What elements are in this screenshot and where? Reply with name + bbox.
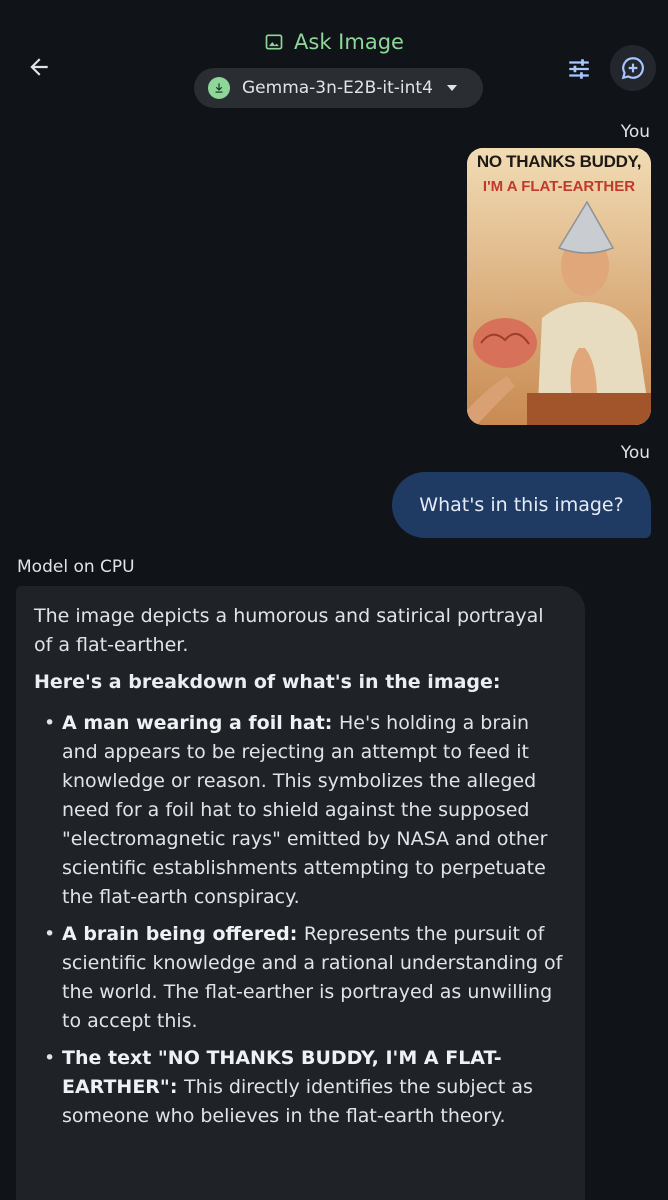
image-icon	[265, 34, 283, 50]
list-item: A brain being offered: Represents the pu…	[34, 920, 567, 1036]
title-text: Ask Image	[294, 30, 404, 54]
tune-icon	[569, 59, 589, 79]
list-item-title: A brain being offered:	[62, 923, 304, 945]
list-item: The text "NO THANKS BUDDY, I'M A FLAT-EA…	[34, 1044, 567, 1131]
back-button[interactable]	[22, 50, 56, 84]
tune-button[interactable]	[562, 52, 596, 86]
response-heading: Here's a breakdown of what's in the imag…	[34, 671, 501, 693]
meme-caption-line-1: NO THANKS BUDDY,	[476, 152, 642, 171]
arrow-back-icon	[30, 58, 48, 76]
top-app-bar: Ask Image Gemma-3n-E2B-it-int4	[0, 0, 668, 118]
sender-label-user: You	[620, 122, 650, 142]
model-name: Gemma-3n-E2B-it-int4	[242, 78, 433, 98]
model-response-bubble: The image depicts a humorous and satiric…	[16, 586, 585, 1200]
list-item-text: He's holding a brain and appears to be r…	[62, 712, 548, 908]
meme-caption-line-2: I'M A FLAT-EARTHER	[482, 178, 636, 195]
sender-label-user-2: You	[620, 443, 650, 463]
image-message[interactable]: NO THANKS BUDDY, I'M A FLAT-EARTHER	[467, 148, 651, 425]
response-intro: The image depicts a humorous and satiric…	[34, 605, 544, 656]
download-icon	[208, 77, 230, 99]
model-label: Model on CPU	[17, 557, 135, 577]
chevron-down-icon	[446, 85, 457, 91]
user-message-bubble: What's in this image?	[392, 472, 651, 538]
add-chat-icon	[621, 57, 644, 80]
page-title: Ask Image	[0, 30, 668, 54]
new-chat-button[interactable]	[610, 45, 656, 91]
list-item-title: A man wearing a foil hat:	[62, 712, 340, 734]
list-item: A man wearing a foil hat: He's holding a…	[34, 709, 567, 912]
response-list: A man wearing a foil hat: He's holding a…	[34, 709, 567, 1131]
model-selector[interactable]: Gemma-3n-E2B-it-int4	[194, 68, 483, 108]
